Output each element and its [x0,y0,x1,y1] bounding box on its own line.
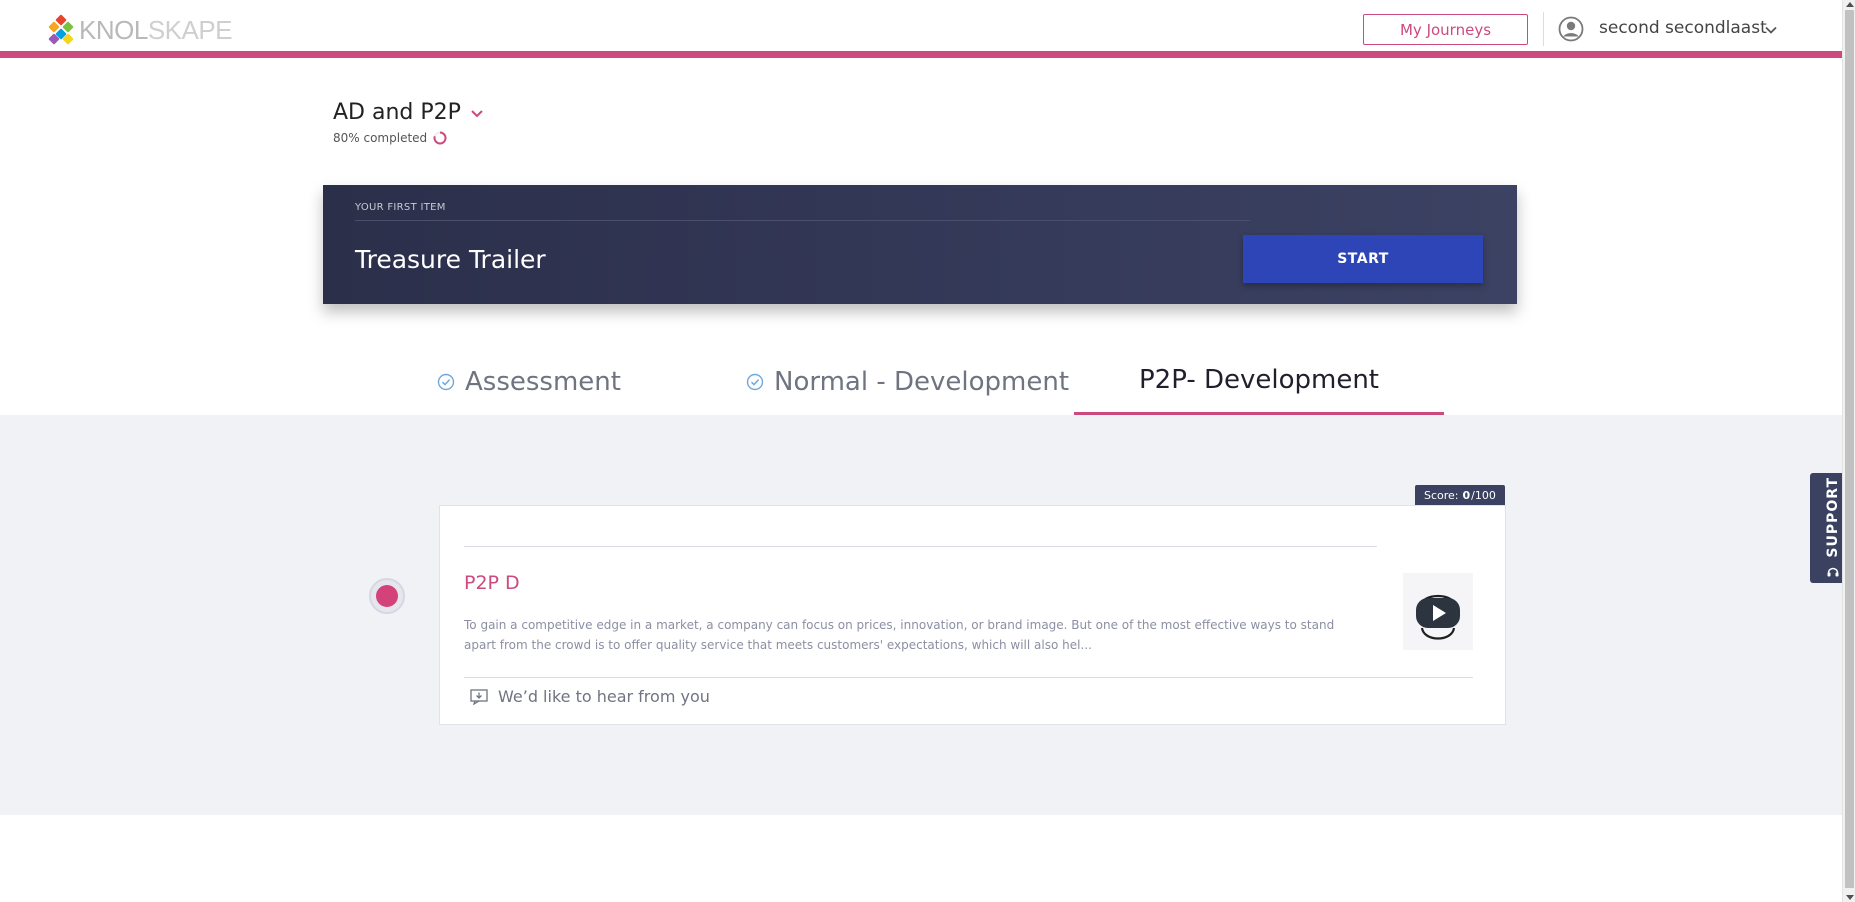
score-label: Score: [1424,488,1459,502]
card-divider [464,546,1377,547]
header-divider [1543,12,1544,46]
journey-selector[interactable]: AD and P2P [333,100,485,125]
scroll-down-icon[interactable] [1846,895,1854,900]
user-avatar-icon[interactable] [1558,16,1584,42]
first-item-banner: YOUR FIRST ITEM Treasure Trailer START [323,185,1517,304]
logo-text-skape: SKAPE [147,14,233,45]
tab-label: P2P- Development [1138,365,1379,395]
start-button[interactable]: START [1243,235,1483,283]
chevron-down-icon[interactable] [1763,22,1779,38]
page-scrollbar[interactable] [1842,0,1855,902]
progress-ring-icon [433,131,447,145]
item-card[interactable]: P2P D To gain a competitive edge in a ma… [439,505,1506,725]
journey-progress: 80% completed [333,131,447,145]
logo-icon [47,14,75,45]
module-tabs: Assessment Normal - Development P2P- Dev… [0,345,1842,416]
card-description: To gain a competitive edge in a market, … [464,618,1335,652]
my-journeys-button[interactable]: My Journeys [1363,14,1528,45]
scroll-up-icon[interactable] [1846,2,1854,7]
feedback-label: We’d like to hear from you [498,687,710,706]
user-name[interactable]: second secondlaast [1599,18,1767,38]
score-badge: Score: 0 /100 [1415,485,1505,505]
card-thumbnail[interactable] [1403,573,1473,650]
tab-label: Assessment [465,367,621,397]
journey-title: AD and P2P [333,100,461,125]
headset-icon [1827,568,1838,577]
timeline-marker [369,578,405,614]
feedback-link[interactable]: We’d like to hear from you [470,687,710,706]
card-title[interactable]: P2P D [464,572,520,594]
scrollbar-thumb[interactable] [1845,10,1854,888]
check-circle-icon [437,373,455,391]
tab-label: Normal - Development [774,367,1070,397]
vr-video-icon [1416,594,1460,640]
score-value: 0 [1462,488,1471,502]
card-divider [464,677,1473,678]
progress-text: 80% completed [333,131,428,145]
banner-title: Treasure Trailer [355,245,546,274]
banner-divider [355,220,1250,221]
logo-text-knol: KNOL [79,14,148,45]
knolskape-logo[interactable]: KNOLSKAPE [47,14,233,45]
top-header: KNOLSKAPE My Journeys second secondlaast [0,0,1842,58]
tab-assessment[interactable]: Assessment [437,357,621,407]
chevron-down-icon [471,109,483,117]
banner-kicker: YOUR FIRST ITEM [355,202,446,213]
tab-normal-development[interactable]: Normal - Development [746,357,1069,407]
support-label: SUPPORT [1824,476,1841,558]
score-total: /100 [1471,488,1496,502]
tab-p2p-development[interactable]: P2P- Development [1074,355,1444,405]
check-circle-icon [746,373,764,391]
feedback-icon [470,688,488,705]
